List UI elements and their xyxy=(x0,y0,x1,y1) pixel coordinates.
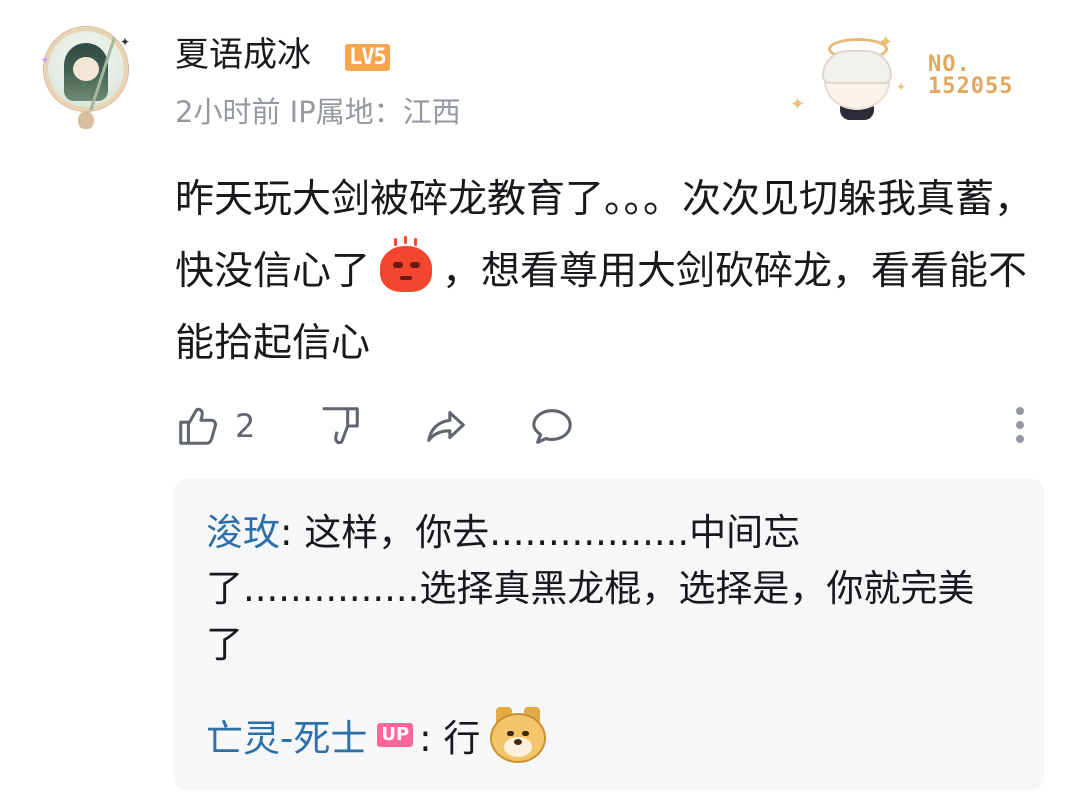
reply-preview[interactable]: 浚玫: 这样，你去.................中间忘了..........… xyxy=(174,479,1044,790)
avatar-frame xyxy=(44,27,128,111)
comment-icon xyxy=(532,409,572,444)
username[interactable]: 夏语成冰 xyxy=(175,33,311,77)
more-vertical-icon xyxy=(1011,407,1029,443)
share-button[interactable] xyxy=(423,400,469,452)
steaming-blob-emoji xyxy=(374,236,438,296)
avatar-face xyxy=(73,57,99,81)
reply-author[interactable]: 浚玫 xyxy=(206,511,280,554)
reply-item[interactable]: 浚玫: 这样，你去.................中间忘了..........… xyxy=(206,505,1006,673)
sparkle-icon: ✦ xyxy=(120,35,131,49)
reply-author[interactable]: 亡灵-死士 xyxy=(206,708,367,762)
share-icon xyxy=(427,411,465,442)
star-icon: ✦ xyxy=(896,80,907,94)
fan-number-text: NO. 152055 xyxy=(928,52,1014,99)
comment-content: 昨天玩大剑被碎龙教育了。。。次次见切躲我真蓄，快没信心了 ，想看尊用大剑砍碎龙，… xyxy=(175,164,1045,380)
doge-emoji xyxy=(490,707,547,763)
like-button[interactable]: 2 xyxy=(175,400,255,452)
like-count: 2 xyxy=(235,407,256,445)
fan-card[interactable]: ✦ ✦ ✦ NO. 152055 xyxy=(790,20,1030,120)
comment-actions: 2 xyxy=(175,400,1035,452)
star-icon: ✦ xyxy=(790,94,806,115)
fan-number: NO. 152055 xyxy=(928,54,1013,98)
reply-text: : 这样，你去.................中间忘了............… xyxy=(206,511,975,666)
avatar-pendant xyxy=(78,111,94,129)
reply-text: : 行 xyxy=(419,717,481,760)
thumbs-up-icon xyxy=(179,407,218,445)
reply-button[interactable] xyxy=(529,400,575,452)
dislike-button[interactable] xyxy=(317,400,363,452)
level-badge: LV5 xyxy=(345,44,390,71)
up-badge: UP xyxy=(377,723,414,747)
comment-meta: 2小时前 IP属地：江西 xyxy=(175,95,461,129)
more-options-button[interactable] xyxy=(1011,404,1029,448)
reply-item[interactable]: 亡灵-死士 UP : 行 xyxy=(206,707,547,763)
sparkle-icon: ✦ xyxy=(40,53,51,67)
avatar[interactable]: ✦ ✦ xyxy=(40,27,131,131)
thumbs-down-icon xyxy=(322,407,359,445)
star-icon: ✦ xyxy=(878,32,894,53)
